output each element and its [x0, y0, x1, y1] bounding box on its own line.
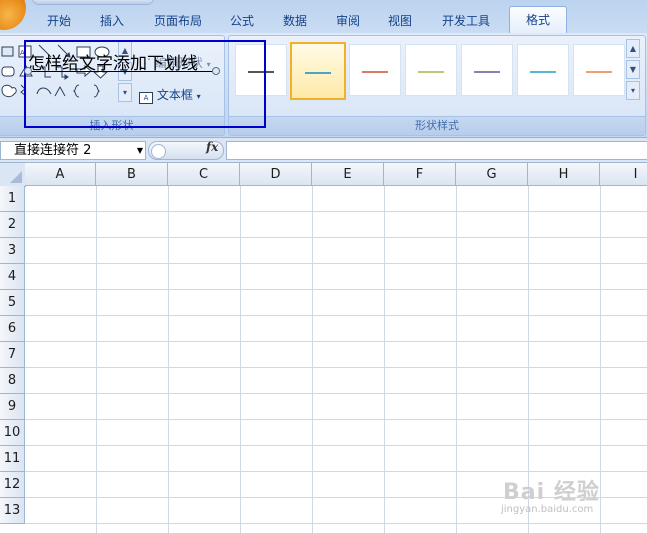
expand-knob-icon: [151, 144, 166, 159]
row-gridline: [25, 211, 647, 212]
row-header-1[interactable]: 1: [0, 186, 25, 212]
styles-scroll-up[interactable]: ▲: [626, 39, 640, 58]
shape-styles-group: ▲ ▼ ▾ 形状样式: [228, 35, 646, 136]
row-gridline: [25, 237, 647, 238]
row-header-5[interactable]: 5: [0, 290, 25, 316]
row-gridline: [25, 419, 647, 420]
column-header-c[interactable]: C: [168, 163, 240, 186]
column-header-h[interactable]: H: [528, 163, 600, 186]
column-gridline: [456, 186, 457, 533]
text-box-shape[interactable]: [24, 40, 266, 128]
row-header-9[interactable]: 9: [0, 394, 25, 420]
column-gridline: [312, 186, 313, 533]
row-gridline: [25, 263, 647, 264]
line-style-preview: [362, 71, 388, 73]
styles-more-button[interactable]: ▾: [626, 81, 640, 100]
row-header-4[interactable]: 4: [0, 264, 25, 290]
row-header-13[interactable]: 13: [0, 498, 25, 524]
row-header-8[interactable]: 8: [0, 368, 25, 394]
styles-scroll-down[interactable]: ▼: [626, 60, 640, 79]
line-style-preview: [418, 71, 444, 73]
tab-developer[interactable]: 开发工具: [430, 11, 502, 31]
column-header-g[interactable]: G: [456, 163, 528, 186]
tab-page-layout[interactable]: 页面布局: [140, 11, 216, 31]
row-gridline: [25, 315, 647, 316]
insert-function-button[interactable]: fx: [206, 140, 218, 154]
line-style-preview: [530, 71, 556, 73]
shape-style-option[interactable]: [517, 44, 569, 96]
row-header-3[interactable]: 3: [0, 238, 25, 264]
straight-connector-line[interactable]: [27, 71, 217, 72]
column-header-d[interactable]: D: [240, 163, 312, 186]
line-style-preview: [474, 71, 500, 73]
shape-style-option[interactable]: [405, 44, 457, 96]
ribbon-tab-bar: 开始 插入 页面布局 公式 数据 审阅 视图 开发工具 格式: [0, 0, 647, 34]
tab-formulas[interactable]: 公式: [218, 11, 266, 31]
watermark-url: jingyan.baidu.com: [501, 504, 594, 515]
shape-styles-label: 形状样式: [229, 116, 645, 135]
tab-format[interactable]: 格式: [509, 6, 567, 34]
row-header-2[interactable]: 2: [0, 212, 25, 238]
tab-insert[interactable]: 插入: [86, 11, 138, 31]
select-all-triangle-icon: [10, 171, 22, 183]
column-gridline: [384, 186, 385, 533]
row-gridline: [25, 289, 647, 290]
shape-style-option[interactable]: [290, 42, 346, 100]
quick-access-toolbar[interactable]: [32, 0, 154, 5]
formula-input[interactable]: [226, 141, 647, 160]
select-all-corner[interactable]: [0, 163, 26, 187]
office-button[interactable]: [0, 0, 26, 30]
connector-end-handle[interactable]: [212, 67, 220, 75]
name-box[interactable]: 直接连接符 2 ▼: [0, 141, 146, 160]
row-header-12[interactable]: 12: [0, 472, 25, 498]
row-gridline: [25, 341, 647, 342]
column-header-b[interactable]: B: [96, 163, 168, 186]
row-gridline: [25, 367, 647, 368]
line-style-preview: [305, 72, 331, 74]
tab-view[interactable]: 视图: [376, 11, 424, 31]
chevron-down-icon[interactable]: ▼: [137, 142, 143, 159]
watermark-logo-text: Bai 经验: [503, 480, 600, 505]
tab-data[interactable]: 数据: [270, 11, 320, 31]
column-header-a[interactable]: A: [25, 163, 96, 186]
name-box-value: 直接连接符 2: [14, 143, 92, 158]
row-gridline: [25, 445, 647, 446]
row-gridline: [25, 393, 647, 394]
column-gridline: [240, 186, 241, 533]
line-style-preview: [586, 71, 612, 73]
connector-start-handle[interactable]: [24, 67, 32, 75]
column-header-f[interactable]: F: [384, 163, 456, 186]
column-header-e[interactable]: E: [312, 163, 384, 186]
shape-style-option[interactable]: [573, 44, 625, 96]
row-header-7[interactable]: 7: [0, 342, 25, 368]
column-header-i[interactable]: I: [600, 163, 647, 186]
shape-style-option[interactable]: [349, 44, 401, 96]
row-header-11[interactable]: 11: [0, 446, 25, 472]
row-header-10[interactable]: 10: [0, 420, 25, 446]
row-header-6[interactable]: 6: [0, 316, 25, 342]
tab-home[interactable]: 开始: [32, 11, 86, 31]
formula-bar: 直接连接符 2 ▼ fx: [0, 138, 647, 163]
column-gridline: [168, 186, 169, 533]
column-gridline: [96, 186, 97, 533]
shape-style-option[interactable]: [461, 44, 513, 96]
tab-review[interactable]: 审阅: [324, 11, 372, 31]
baidu-watermark: Bai 经验 jingyan.baidu.com: [495, 470, 645, 530]
